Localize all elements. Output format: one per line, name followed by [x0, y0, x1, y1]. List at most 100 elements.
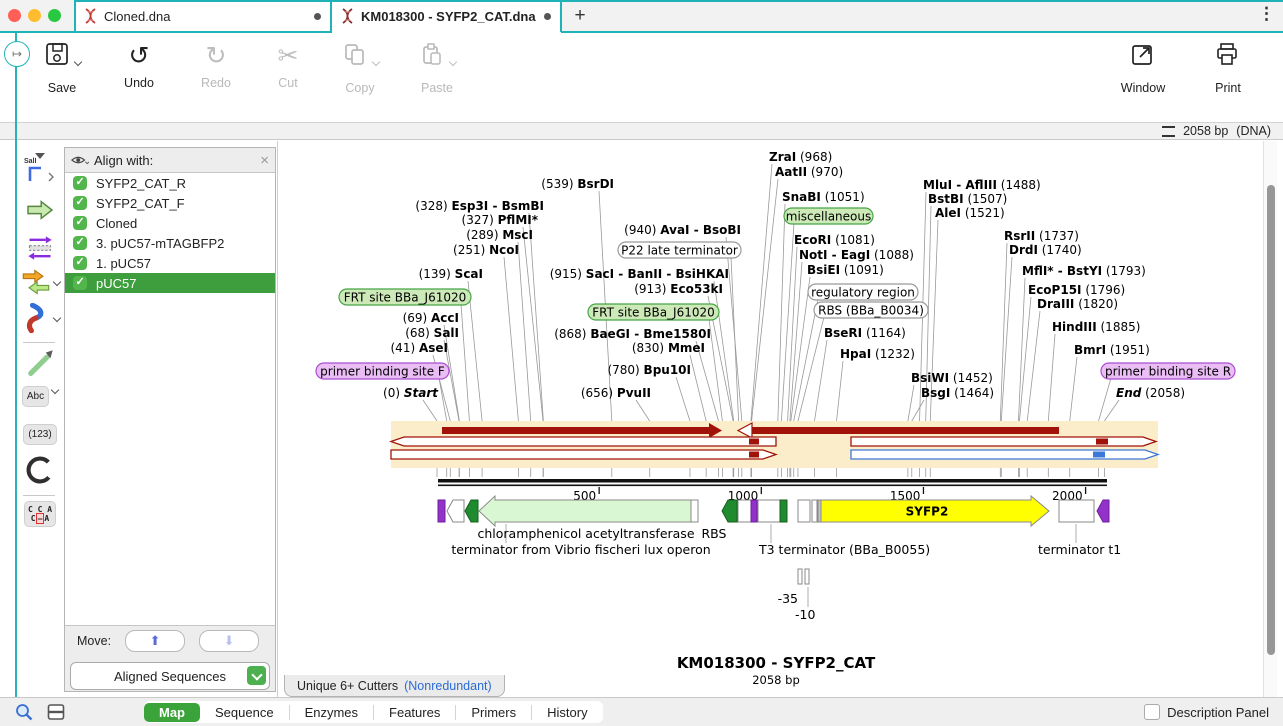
feature-box[interactable]	[751, 500, 757, 522]
enzyme-site-label[interactable]: BseRI (1164)	[824, 326, 906, 340]
enzyme-site-label[interactable]: BstBI (1507)	[928, 192, 1007, 206]
tab-primers[interactable]: Primers	[456, 703, 531, 722]
feature-box[interactable]	[438, 500, 445, 522]
feature-box[interactable]	[758, 500, 780, 522]
enzyme-site-label[interactable]: ZraI (968)	[769, 150, 832, 164]
arc-tool-button[interactable]	[20, 303, 60, 338]
feature-box[interactable]	[780, 500, 787, 522]
checkbox-checked-icon[interactable]	[73, 196, 87, 210]
abc-label-tool-button[interactable]: Abc	[20, 386, 60, 407]
feature-arrow-label[interactable]: SYFP2	[906, 505, 949, 519]
aligned-sequence-arrow[interactable]	[391, 437, 776, 446]
enzyme-site-label[interactable]: BmrI (1951)	[1074, 343, 1150, 357]
list-item-1-puc57[interactable]: 1. pUC57	[65, 253, 275, 273]
enzyme-site-label[interactable]: EcoP15I (1796)	[1028, 283, 1125, 297]
read-segment[interactable]	[442, 427, 709, 434]
feature-pill-text[interactable]: primer binding site R	[1105, 365, 1231, 379]
search-icon[interactable]	[14, 702, 34, 722]
undo-button[interactable]: ↺ Undo	[111, 41, 167, 90]
scrollbar-thumb[interactable]	[1267, 185, 1275, 655]
aligned-sequence-arrow[interactable]	[851, 450, 1158, 459]
tab-history[interactable]: History	[532, 703, 602, 722]
tab-map[interactable]: Map	[144, 703, 200, 722]
list-item-puc57-mtagbfp2[interactable]: 3. pUC57-mTAGBFP2	[65, 233, 275, 253]
collapse-sidebar-button[interactable]: ↦	[4, 41, 30, 67]
feature-pentagon[interactable]	[465, 500, 478, 522]
enzyme-site-label[interactable]: NotI - EagI (1088)	[799, 248, 914, 262]
enzyme-site-label[interactable]: (68) SalI	[405, 326, 459, 340]
feature-box[interactable]	[812, 500, 817, 522]
enzyme-site-label[interactable]: (41) AseI	[391, 341, 449, 355]
enzyme-site-label[interactable]: MluI - AflIII (1488)	[923, 178, 1041, 192]
enzyme-site-label[interactable]: HindIII (1885)	[1052, 320, 1140, 334]
enzyme-tool-button[interactable]: SalI	[20, 158, 60, 192]
enzyme-site-label[interactable]: (139) ScaI	[419, 267, 483, 281]
tab-enzymes[interactable]: Enzymes	[290, 703, 373, 722]
list-item-cloned[interactable]: Cloned	[65, 213, 275, 233]
alignment-tool-button[interactable]	[20, 234, 60, 267]
checkbox-checked-icon[interactable]	[73, 276, 87, 290]
enzyme-site-label[interactable]: (940) AvaI - BsoBI	[624, 223, 741, 237]
list-item-syfp2-cat-f[interactable]: SYFP2_CAT_F	[65, 193, 275, 213]
tab-features[interactable]: Features	[374, 703, 455, 722]
feature-pentagon[interactable]	[447, 500, 464, 522]
feature-pill-text[interactable]: primer binding site F	[320, 365, 445, 379]
checkbox-checked-icon[interactable]	[73, 176, 87, 190]
paste-button[interactable]: Paste	[409, 41, 465, 95]
enzyme-site-label[interactable]: (328) Esp3I - BsmBI	[415, 199, 544, 213]
promoter-element[interactable]	[798, 569, 802, 584]
enzyme-site-label[interactable]: AatII (970)	[775, 165, 843, 179]
save-button[interactable]: Save	[34, 41, 90, 95]
enzyme-site-label[interactable]: (656) PvuII	[581, 386, 651, 400]
enzyme-site-label[interactable]: BsiEI (1091)	[807, 263, 884, 277]
enzyme-site-label[interactable]: DraIII (1820)	[1037, 297, 1118, 311]
split-view-icon[interactable]	[46, 702, 66, 722]
enzyme-site-label[interactable]: RsrII (1737)	[1004, 229, 1079, 243]
primer-pair-tool-button[interactable]	[20, 269, 60, 300]
move-down-button[interactable]: ⬇	[199, 630, 259, 652]
window-button[interactable]: Window	[1115, 41, 1171, 95]
tab-sequence[interactable]: Sequence	[200, 703, 289, 722]
enzyme-site-label[interactable]: (251) NcoI	[453, 243, 519, 257]
vertical-scrollbar[interactable]	[1263, 141, 1277, 697]
mismatch-tool-button[interactable]: C C A C–A	[20, 501, 60, 527]
feature-pill-text[interactable]: FRT site BBa_J61020	[592, 306, 715, 320]
enzyme-site-label[interactable]: HpaI (1232)	[840, 347, 915, 361]
read-segment[interactable]	[1096, 439, 1108, 445]
read-segment[interactable]	[1093, 452, 1105, 458]
read-segment[interactable]	[749, 439, 759, 445]
enzyme-site-label[interactable]: EcoRI (1081)	[794, 233, 875, 247]
close-icon[interactable]: ×	[260, 152, 269, 169]
enzyme-site-label[interactable]: (868) BaeGI - Bme1580I	[554, 327, 711, 341]
cut-button[interactable]: ✂ Cut	[260, 41, 316, 90]
feature-text-label[interactable]: -10	[795, 607, 815, 622]
tab-cloned[interactable]: Cloned.dna	[74, 0, 331, 32]
read-segment[interactable]	[752, 427, 1059, 434]
feature-pill-text[interactable]: RBS (BBa_B0034)	[818, 304, 924, 318]
enzyme-site-label[interactable]: AleI (1521)	[935, 206, 1005, 220]
enzyme-site-label[interactable]: (830) MmeI	[632, 341, 705, 355]
feature-pill-text[interactable]: regulatory region	[811, 286, 915, 300]
enzyme-site-label[interactable]: SnaBI (1051)	[782, 190, 865, 204]
enzyme-site-label[interactable]: End (2058)	[1116, 386, 1185, 400]
feature-text-label[interactable]: -35	[778, 591, 798, 606]
enzyme-site-label[interactable]: DrdI (1740)	[1009, 243, 1082, 257]
enzyme-site-label[interactable]: (69) AccI	[403, 311, 459, 325]
feature-text-label[interactable]: terminator t1	[1038, 542, 1121, 557]
feature-arrow-tool-button[interactable]	[20, 198, 60, 227]
eye-icon[interactable]	[71, 154, 89, 167]
move-up-button[interactable]: ⬆	[125, 630, 185, 652]
read-segment[interactable]	[749, 452, 759, 458]
aligned-sequence-arrow[interactable]	[851, 437, 1156, 446]
enzyme-set-tab[interactable]: Unique 6+ Cutters (Nonredundant)	[284, 675, 505, 697]
nonredundant-link[interactable]: (Nonredundant)	[404, 679, 492, 693]
enzyme-site-label[interactable]: (913) Eco53kI	[634, 282, 723, 296]
feature-box[interactable]	[691, 500, 698, 522]
description-panel-checkbox[interactable]	[1144, 704, 1160, 720]
enzyme-site-label[interactable]: MflI* - BstYI (1793)	[1022, 264, 1146, 278]
feature-box[interactable]	[1059, 500, 1094, 522]
list-item-syfp2-cat-r[interactable]: SYFP2_CAT_R	[65, 173, 275, 193]
checkbox-checked-icon[interactable]	[73, 256, 87, 270]
checkbox-checked-icon[interactable]	[73, 216, 87, 230]
enzyme-site-label[interactable]: BsgI (1464)	[921, 386, 994, 400]
